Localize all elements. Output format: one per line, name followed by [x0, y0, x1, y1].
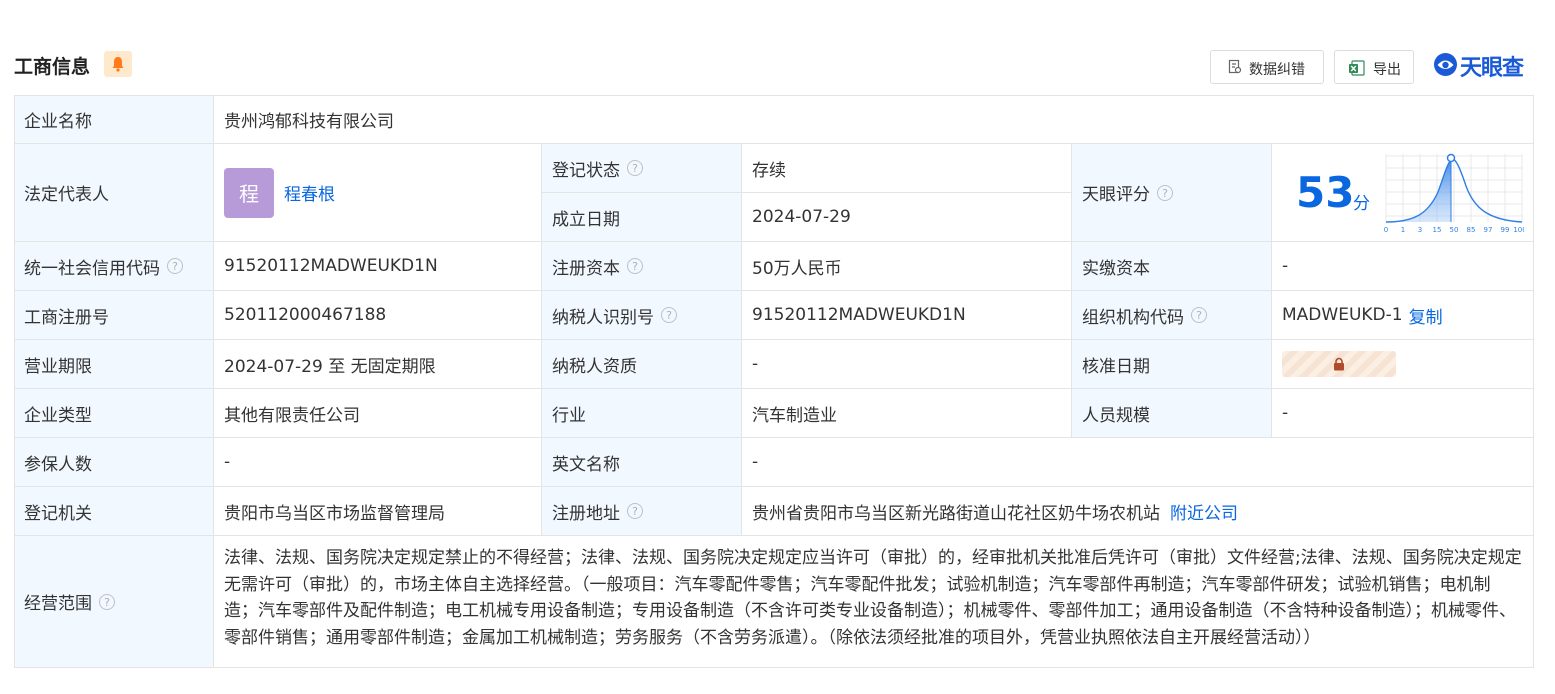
score-distribution-chart: 0 1 3 15 50 85 97 99 100: [1384, 153, 1524, 234]
label-business-scope: 经营范围: [24, 594, 92, 614]
label-score-cell: 天眼评分?: [1072, 144, 1272, 242]
biz-reg-no-value: 520112000467188: [214, 291, 542, 340]
score-cell[interactable]: 53 分 0 1 3 15 50 85 97 99 100: [1272, 144, 1534, 242]
legal-rep-cell: 程 程春根: [214, 144, 542, 242]
tick-label: 100: [1513, 226, 1524, 234]
label-taxpayer-qual: 纳税人资质: [542, 340, 742, 389]
section-header: 工商信息 数据纠错 导出 天眼查: [14, 46, 1535, 86]
label-reg-status-cell: 登记状态?: [542, 144, 742, 193]
locked-field[interactable]: [1282, 351, 1396, 377]
taxpayer-qual-value: -: [742, 340, 1072, 389]
label-company-name: 企业名称: [14, 95, 214, 144]
help-icon[interactable]: ?: [627, 503, 643, 519]
label-industry: 行业: [542, 389, 742, 438]
avatar: 程: [224, 167, 274, 218]
score-value: 53: [1296, 168, 1355, 217]
help-icon[interactable]: ?: [627, 258, 643, 274]
tick-label: 3: [1418, 226, 1422, 234]
brand-name: 天眼查: [1460, 56, 1524, 81]
help-icon[interactable]: ?: [1157, 184, 1173, 201]
label-english-name: 英文名称: [542, 438, 742, 487]
company-name-value: 贵州鸿郁科技有限公司: [214, 95, 1534, 144]
tick-label: 1: [1401, 226, 1405, 234]
reg-address-value: 贵州省贵阳市乌当区新光路街道山花社区奶牛场农机站: [752, 503, 1160, 524]
label-score: 天眼评分: [1082, 185, 1150, 205]
company-type-value: 其他有限责任公司: [214, 389, 542, 438]
tick-label: 99: [1501, 226, 1510, 234]
label-reg-status: 登记状态: [552, 160, 620, 181]
staff-size-value: -: [1272, 389, 1534, 438]
section-title: 工商信息: [14, 56, 91, 78]
label-credit-code-cell: 统一社会信用代码?: [14, 242, 214, 291]
label-reg-capital-cell: 注册资本?: [542, 242, 742, 291]
label-biz-reg-no: 工商注册号: [14, 291, 214, 340]
reg-capital-value: 50万人民币: [742, 242, 1072, 291]
english-name-value: -: [742, 438, 1534, 487]
help-icon[interactable]: ?: [1191, 307, 1207, 323]
bell-icon[interactable]: [104, 51, 132, 77]
data-correction-button[interactable]: 数据纠错: [1210, 50, 1324, 84]
approval-date-cell: [1272, 340, 1534, 389]
label-credit-code: 统一社会信用代码: [24, 258, 160, 279]
label-insured: 参保人数: [14, 438, 214, 487]
paid-capital-value: -: [1272, 242, 1534, 291]
tick-label: 15: [1433, 226, 1442, 234]
reg-status-value: 存续: [742, 144, 1072, 193]
tick-label: 97: [1484, 226, 1493, 234]
business-scope-value: 法律、法规、国务院决定规定禁止的不得经营；法律、法规、国务院决定规定应当许可（审…: [224, 548, 1522, 648]
tianyancha-eye-icon: [1434, 53, 1457, 76]
credit-code-value: 91520112MADWEUKD1N: [214, 242, 542, 291]
export-label: 导出: [1373, 62, 1401, 78]
excel-icon: [1348, 59, 1366, 81]
business-scope-cell: 法律、法规、国务院决定规定禁止的不得经营；法律、法规、国务院决定规定应当许可（审…: [214, 536, 1534, 668]
label-taxpayer-id-cell: 纳税人识别号?: [542, 291, 742, 340]
copy-link[interactable]: 复制: [1409, 303, 1443, 328]
legal-rep-name-link[interactable]: 程春根: [284, 180, 335, 205]
reg-authority-value: 贵阳市乌当区市场监督管理局: [214, 487, 542, 536]
reg-address-cell: 贵州省贵阳市乌当区新光路街道山花社区奶牛场农机站 附近公司: [742, 487, 1534, 536]
label-established: 成立日期: [542, 193, 742, 242]
export-button[interactable]: 导出: [1334, 50, 1414, 84]
help-icon[interactable]: ?: [99, 593, 115, 610]
label-biz-term: 营业期限: [14, 340, 214, 389]
score-unit: 分: [1353, 194, 1370, 214]
help-icon[interactable]: ?: [627, 160, 643, 176]
label-reg-capital: 注册资本: [552, 258, 620, 279]
tick-label: 0: [1384, 226, 1388, 234]
lock-icon: [1334, 357, 1344, 371]
label-org-code-cell: 组织机构代码?: [1072, 291, 1272, 340]
label-staff-size: 人员规模: [1072, 389, 1272, 438]
label-org-code: 组织机构代码: [1082, 307, 1184, 328]
biz-term-value: 2024-07-29 至 无固定期限: [214, 340, 542, 389]
org-code-value: MADWEUKD-1: [1282, 305, 1403, 325]
taxpayer-id-value: 91520112MADWEUKD1N: [742, 291, 1072, 340]
nearby-companies-link[interactable]: 附近公司: [1170, 499, 1238, 524]
label-legal-rep: 法定代表人: [14, 144, 214, 242]
label-taxpayer-id: 纳税人识别号: [552, 307, 654, 328]
label-paid-capital: 实缴资本: [1072, 242, 1272, 291]
data-correction-label: 数据纠错: [1249, 62, 1305, 78]
established-value: 2024-07-29: [742, 193, 1072, 242]
tick-label: 50: [1450, 226, 1459, 234]
company-info-table: 企业名称 贵州鸿郁科技有限公司 法定代表人 程 程春根 登记状态? 存续 成立日…: [14, 95, 1534, 668]
org-code-cell: MADWEUKD-1 复制: [1272, 291, 1534, 340]
tick-label: 85: [1467, 226, 1476, 234]
label-reg-address-cell: 注册地址?: [542, 487, 742, 536]
help-icon[interactable]: ?: [167, 258, 183, 274]
edit-doc-icon: [1228, 59, 1242, 79]
label-company-type: 企业类型: [14, 389, 214, 438]
help-icon[interactable]: ?: [661, 307, 677, 323]
label-business-scope-cell: 经营范围?: [14, 536, 214, 668]
insured-value: -: [214, 438, 542, 487]
label-reg-authority: 登记机关: [14, 487, 214, 536]
industry-value: 汽车制造业: [742, 389, 1072, 438]
label-approval-date: 核准日期: [1072, 340, 1272, 389]
label-reg-address: 注册地址: [552, 503, 620, 524]
